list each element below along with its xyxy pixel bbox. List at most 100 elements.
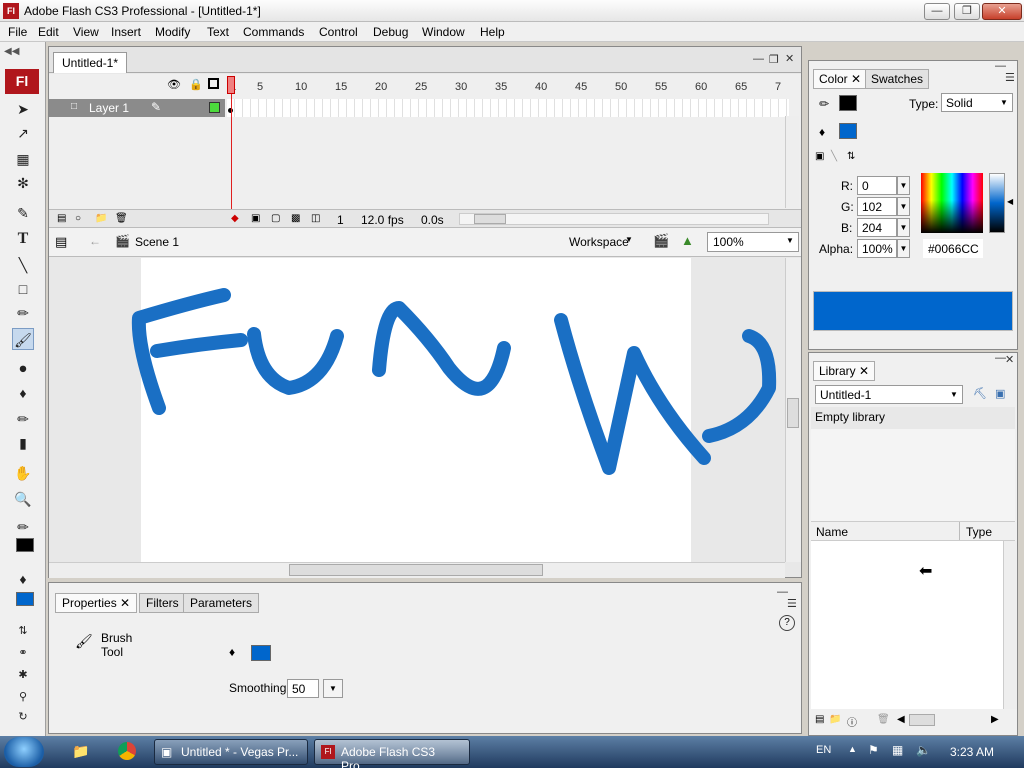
brightness-slider-arrow-icon[interactable]: ◀ bbox=[1007, 197, 1013, 206]
tab-library[interactable]: Library ✕ bbox=[813, 361, 876, 381]
maximize-button[interactable]: ❐ bbox=[954, 3, 980, 20]
fill-color-swatch[interactable] bbox=[251, 645, 271, 661]
start-button[interactable] bbox=[4, 737, 44, 767]
library-hscroll-thumb[interactable] bbox=[909, 714, 935, 726]
delete-icon[interactable]: 🗑 bbox=[877, 714, 890, 725]
menu-help[interactable]: Help bbox=[480, 25, 505, 39]
stroke-color-icon[interactable]: ✏ bbox=[12, 516, 34, 538]
lasso-tool-icon[interactable]: ✻ bbox=[12, 172, 34, 194]
fill-color-swatch[interactable] bbox=[16, 592, 34, 606]
stage-vertical-scrollbar[interactable] bbox=[785, 258, 801, 562]
playhead[interactable] bbox=[227, 76, 235, 94]
minimize-doc-icon[interactable]: — bbox=[753, 53, 764, 65]
g-input[interactable]: 102 bbox=[857, 197, 897, 216]
lock-icon[interactable]: 🔒 bbox=[189, 78, 203, 91]
back-arrow-icon[interactable]: ← bbox=[89, 234, 101, 248]
panel-menu-icon[interactable]: ☰ bbox=[787, 597, 797, 610]
new-library-panel-icon[interactable]: ▣ bbox=[995, 387, 1005, 400]
library-scrollbar[interactable] bbox=[1003, 541, 1017, 709]
menu-control[interactable]: Control bbox=[319, 25, 358, 39]
g-dropdown-icon[interactable]: ▼ bbox=[897, 197, 910, 216]
timeline-toggle-icon[interactable]: ▤ bbox=[55, 234, 67, 250]
ink-bottle-tool-icon[interactable]: ⚫ bbox=[12, 358, 34, 380]
close-tab-icon[interactable]: ✕ bbox=[859, 364, 869, 378]
menu-edit[interactable]: Edit bbox=[38, 25, 59, 39]
menu-debug[interactable]: Debug bbox=[373, 25, 408, 39]
add-guide-layer-icon[interactable]: ○ bbox=[75, 213, 81, 224]
smoothing-dropdown-icon[interactable]: ▼ bbox=[323, 679, 343, 698]
tray-expand-icon[interactable]: ▲ bbox=[848, 744, 857, 754]
color-spectrum[interactable] bbox=[921, 173, 983, 233]
pin-library-icon[interactable]: ⛏ bbox=[973, 387, 987, 400]
alpha-dropdown-icon[interactable]: ▼ bbox=[897, 239, 910, 258]
onion-outline-icon[interactable]: ▢ bbox=[271, 213, 280, 224]
library-document-select[interactable]: Untitled-1 ▼ bbox=[815, 385, 963, 404]
scene-label[interactable]: Scene 1 bbox=[135, 235, 179, 249]
swap-colors-icon[interactable]: ⇅ bbox=[847, 151, 855, 162]
menu-commands[interactable]: Commands bbox=[243, 25, 304, 39]
delete-layer-icon[interactable]: 🗑 bbox=[115, 213, 128, 224]
tab-color[interactable]: Color ✕ bbox=[813, 69, 868, 89]
timeline-scrollbar[interactable] bbox=[785, 116, 799, 208]
close-doc-icon[interactable]: ✕ bbox=[785, 52, 794, 65]
brush-tool-icon[interactable]: 🖌 bbox=[12, 328, 34, 350]
free-transform-tool-icon[interactable]: ▦ bbox=[12, 148, 34, 170]
volume-icon[interactable]: 🔈 bbox=[916, 743, 931, 757]
snap-to-objects-icon[interactable]: ⚭ bbox=[12, 642, 34, 664]
action-center-icon[interactable]: ⚑ bbox=[868, 743, 879, 757]
no-color-icon[interactable]: ╲ bbox=[831, 151, 837, 162]
language-indicator[interactable]: EN bbox=[816, 744, 831, 756]
onion-skin-icon[interactable]: ▣ bbox=[251, 213, 260, 224]
line-tool-icon[interactable]: ╲ bbox=[12, 254, 34, 276]
close-button[interactable]: ✕ bbox=[982, 3, 1022, 20]
b-dropdown-icon[interactable]: ▼ bbox=[897, 218, 910, 237]
menu-modify[interactable]: Modify bbox=[155, 25, 190, 39]
pencil-tool-icon[interactable]: ✏ bbox=[12, 302, 34, 324]
insert-layer-icon[interactable]: ▤ bbox=[57, 213, 66, 224]
explorer-icon[interactable]: 📁 bbox=[72, 743, 89, 760]
taskbar-item-vegas[interactable]: ▣ Untitled * - Vegas Pr... bbox=[154, 739, 308, 765]
clock[interactable]: 3:23 AM bbox=[950, 745, 994, 759]
rectangle-tool-icon[interactable]: □ bbox=[12, 278, 34, 300]
col-type[interactable]: Type bbox=[966, 525, 992, 539]
menu-file[interactable]: File bbox=[8, 25, 27, 39]
workspace-dropdown-icon[interactable]: ▼ bbox=[625, 235, 633, 244]
type-select[interactable]: Solid ▼ bbox=[941, 93, 1013, 112]
library-list[interactable]: ⬅ bbox=[811, 541, 1003, 709]
edit-scene-icon[interactable]: 🎬 bbox=[653, 233, 669, 249]
tools-collapse-icon[interactable]: ◀◀ bbox=[4, 46, 19, 57]
brightness-slider[interactable] bbox=[989, 173, 1005, 233]
restore-doc-icon[interactable]: ❐ bbox=[769, 53, 779, 66]
r-input[interactable]: 0 bbox=[857, 176, 897, 195]
col-name[interactable]: Name bbox=[816, 525, 848, 539]
stage-area[interactable] bbox=[49, 258, 785, 562]
panel-close-icon[interactable]: ✕ bbox=[1005, 353, 1014, 366]
menu-window[interactable]: Window bbox=[422, 25, 465, 39]
tab-parameters[interactable]: Parameters bbox=[183, 593, 260, 613]
taskbar-item-flash[interactable]: Fl Adobe Flash CS3 Pro... bbox=[314, 739, 470, 768]
menu-insert[interactable]: Insert bbox=[111, 25, 141, 39]
eraser-tool-icon[interactable]: ▮ bbox=[12, 432, 34, 454]
scroll-right-icon[interactable]: ▶ bbox=[991, 714, 999, 725]
subselection-tool-icon[interactable]: ↗ bbox=[12, 122, 34, 144]
zoom-dropdown-icon[interactable]: ▼ bbox=[786, 236, 794, 245]
minimize-button[interactable]: — bbox=[924, 3, 950, 20]
timeline-ruler[interactable]: 1 5 10 15 20 25 30 35 40 45 50 55 60 65 … bbox=[227, 77, 789, 97]
layer-color-icon[interactable] bbox=[209, 102, 220, 113]
b-input[interactable]: 204 bbox=[857, 218, 897, 237]
zoom-select[interactable]: 100% ▼ bbox=[707, 232, 799, 252]
lock-fill-icon[interactable]: ⚲ bbox=[12, 686, 34, 708]
stage-vscroll-thumb[interactable] bbox=[787, 398, 799, 428]
modify-onion-markers-icon[interactable]: ◫ bbox=[311, 213, 320, 224]
paint-bucket-tool-icon[interactable]: ♦ bbox=[12, 382, 34, 404]
text-tool-icon[interactable]: T bbox=[12, 228, 34, 250]
swap-colors-icon[interactable]: ⇅ bbox=[12, 620, 34, 642]
frames-row[interactable] bbox=[227, 99, 789, 117]
type-dropdown-icon[interactable]: ▼ bbox=[1000, 98, 1008, 107]
network-icon[interactable]: ▦ bbox=[892, 743, 903, 757]
new-symbol-icon[interactable]: ▤ bbox=[815, 714, 824, 725]
stroke-color-swatch[interactable] bbox=[16, 538, 34, 552]
selection-tool-icon[interactable]: ➤ bbox=[12, 98, 34, 120]
document-tab[interactable]: Untitled-1* bbox=[53, 52, 128, 73]
library-dropdown-icon[interactable]: ▼ bbox=[950, 390, 958, 399]
